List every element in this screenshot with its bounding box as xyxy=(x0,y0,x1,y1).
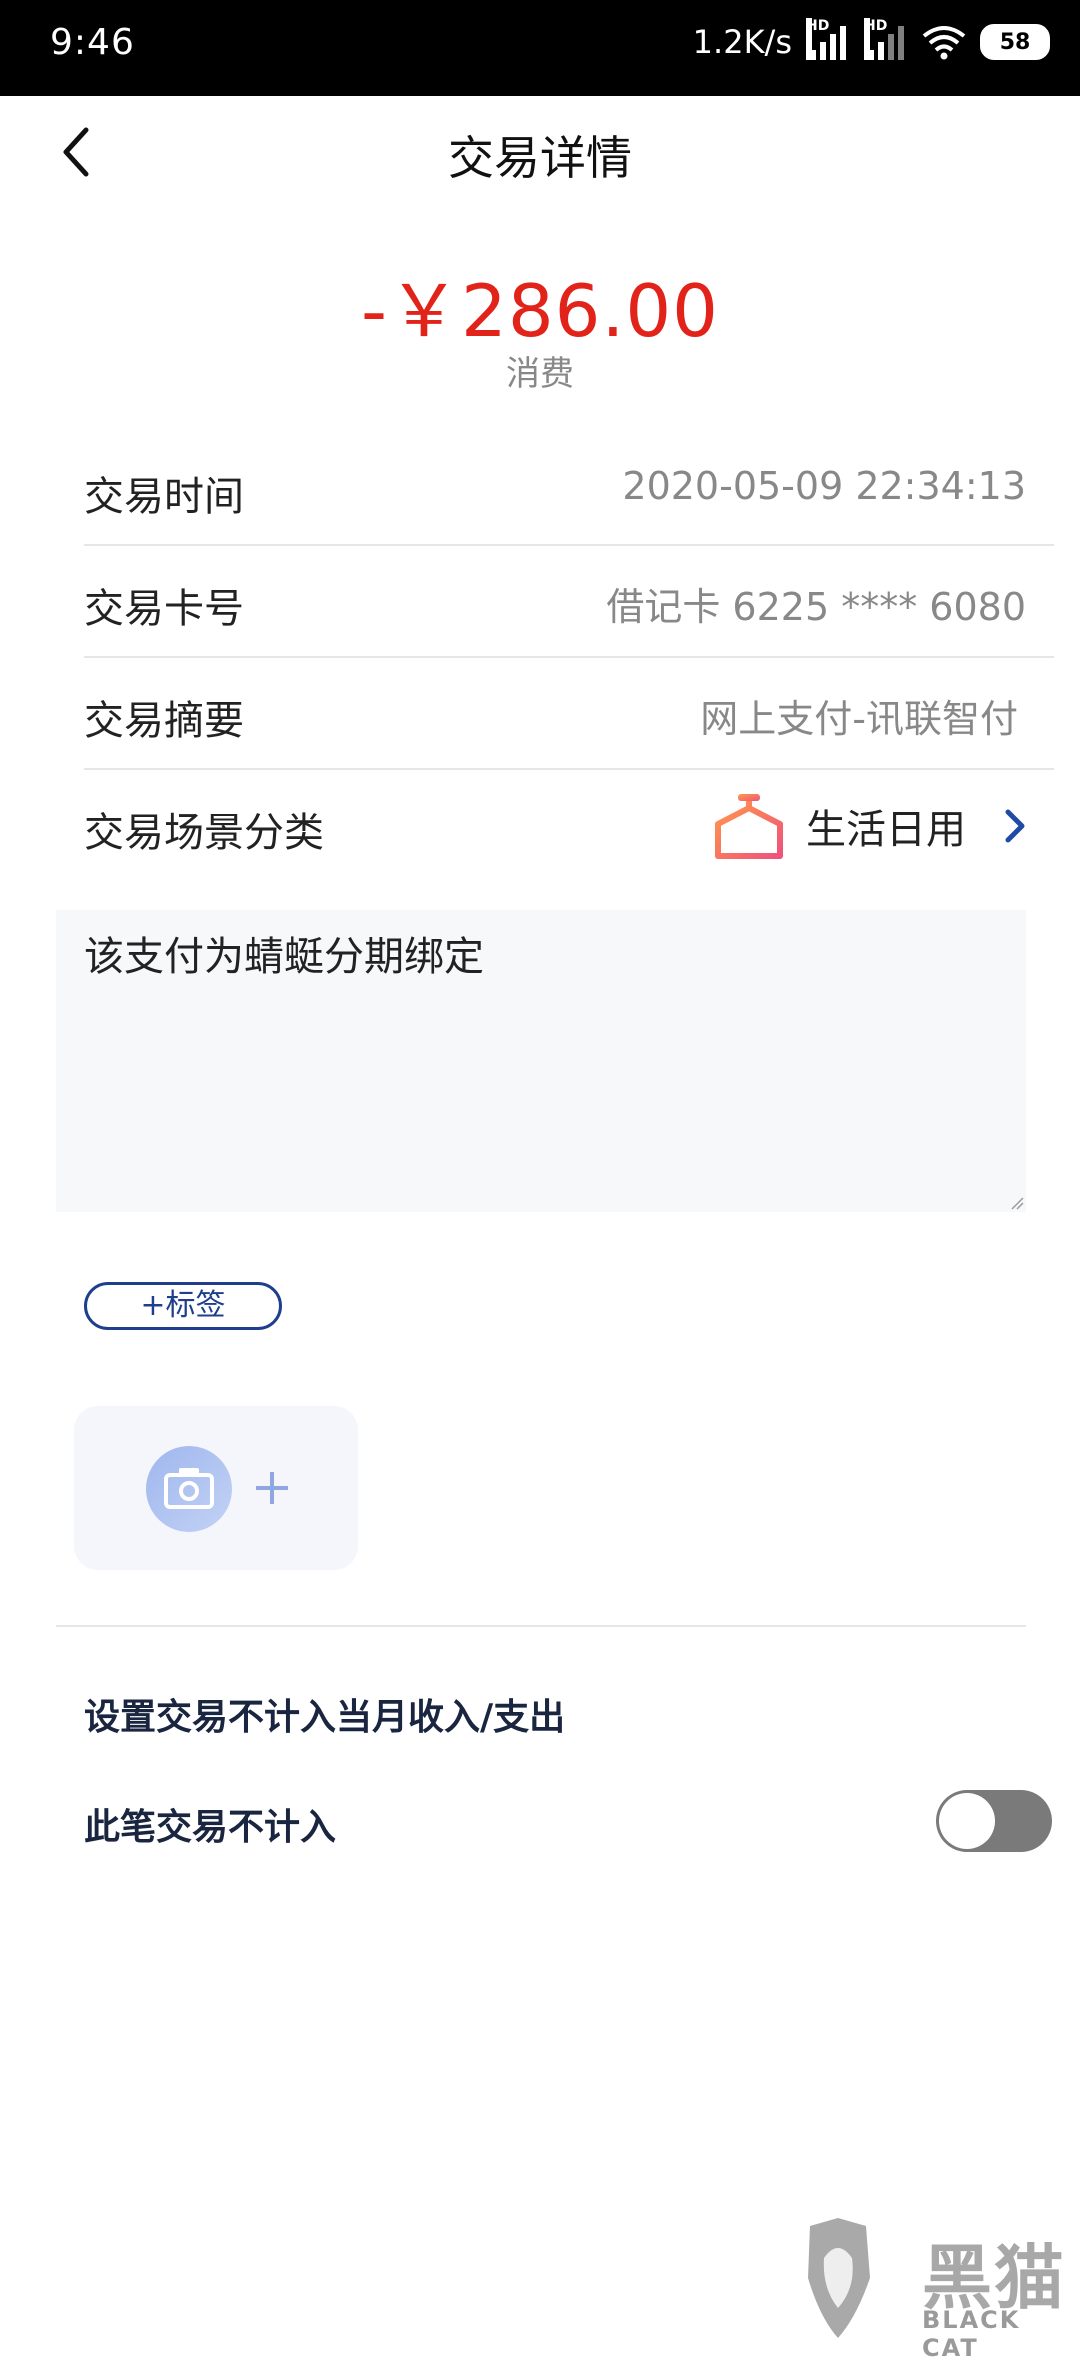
row-value: 2020-05-09 22:34:13 xyxy=(622,464,1026,508)
row-label: 交易时间 xyxy=(84,474,244,520)
hanger-icon xyxy=(715,794,783,859)
status-time: 9:46 xyxy=(50,22,135,63)
status-bar: 9:46 1.2K/s HD HD 58 xyxy=(0,0,1080,96)
detail-row-card: 交易卡号 借记卡 6225 **** 6080 xyxy=(84,546,1054,658)
exclude-toggle[interactable] xyxy=(936,1790,1052,1852)
chevron-right-icon xyxy=(1005,809,1025,843)
row-label: 交易卡号 xyxy=(84,586,244,632)
note-textarea[interactable]: 该支付为蜻蜓分期绑定 xyxy=(56,910,1026,1212)
section-divider xyxy=(56,1625,1026,1627)
row-value: 借记卡 6225 **** 6080 xyxy=(606,585,1026,629)
signal-icon: HD xyxy=(806,18,850,62)
transaction-amount: -￥286.00 xyxy=(361,269,719,353)
wifi-icon xyxy=(922,26,966,60)
watermark-subtext: BLACK CAT xyxy=(922,2306,1021,2362)
category-label: 生活日用 xyxy=(806,807,966,853)
note-text: 该支付为蜻蜓分期绑定 xyxy=(84,934,484,980)
row-label: 交易场景分类 xyxy=(84,810,324,856)
detail-row-category[interactable]: 交易场景分类 生活日用 xyxy=(84,770,1054,882)
detail-row-summary: 交易摘要 网上支付-讯联智付 xyxy=(84,658,1054,770)
add-tag-button[interactable]: +标签 xyxy=(84,1282,282,1330)
category-selector[interactable]: 生活日用 xyxy=(712,792,1030,860)
resize-handle-icon[interactable] xyxy=(1010,1196,1024,1210)
add-photo-button[interactable] xyxy=(74,1406,358,1570)
row-label: 交易摘要 xyxy=(84,698,244,744)
transaction-type: 消费 xyxy=(506,354,574,394)
battery-indicator: 58 xyxy=(980,24,1050,60)
exclude-setting-heading: 设置交易不计入当月收入/支出 xyxy=(84,1697,566,1738)
exclude-toggle-label: 此笔交易不计入 xyxy=(84,1807,337,1848)
network-speed: 1.2K/s xyxy=(692,23,792,61)
status-icons: 1.2K/s HD HD 58 xyxy=(692,18,1050,62)
detail-row-time: 交易时间 2020-05-09 22:34:13 xyxy=(84,434,1054,546)
plus-icon xyxy=(256,1472,288,1504)
row-value: 网上支付-讯联智付 xyxy=(700,697,1018,741)
nav-bar: 交易详情 xyxy=(0,96,1080,216)
signal-icon-2: HD xyxy=(864,18,908,62)
toggle-knob xyxy=(939,1793,995,1849)
camera-icon xyxy=(146,1446,232,1532)
page-title: 交易详情 xyxy=(448,131,632,185)
